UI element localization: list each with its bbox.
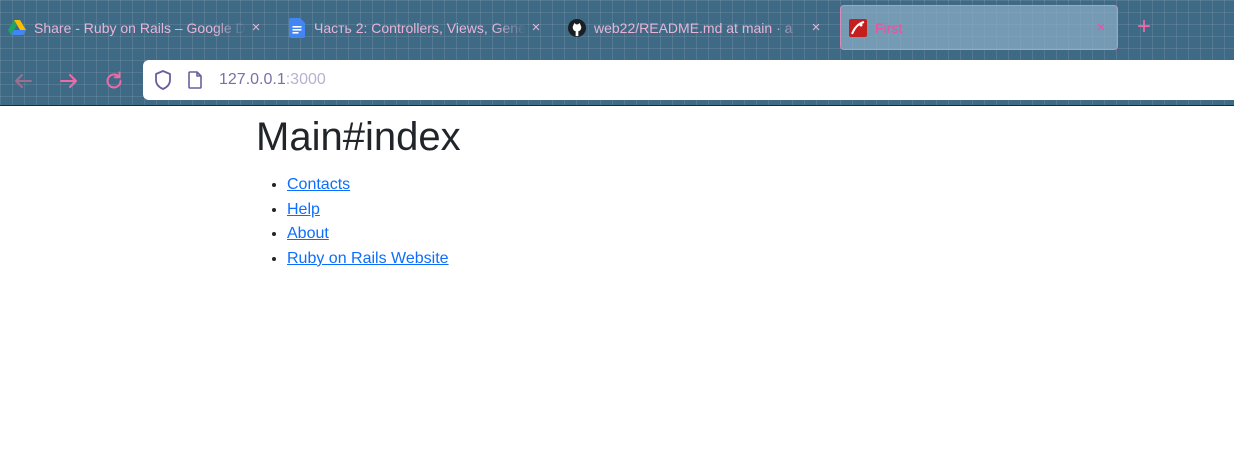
url-text: 127.0.0.1:3000	[219, 71, 326, 89]
link-list: Contacts Help About Ruby on Rails Websit…	[256, 173, 1156, 271]
reload-icon	[106, 71, 122, 89]
browser-chrome: Share - Ruby on Rails – Google Drive × Ч…	[0, 0, 1234, 106]
page-title: Main#index	[256, 115, 461, 159]
github-icon	[568, 18, 586, 37]
contacts-link[interactable]: Contacts	[287, 176, 350, 193]
about-link[interactable]: About	[287, 225, 329, 242]
list-item: About	[287, 222, 1156, 247]
close-icon[interactable]: ×	[806, 18, 826, 38]
tab-title: Share - Ruby on Rails – Google Drive	[34, 19, 246, 36]
page-content: Main#index Contacts Help About Ruby on R…	[256, 106, 1156, 271]
back-button[interactable]	[10, 68, 36, 94]
rails-icon	[849, 18, 867, 37]
close-icon[interactable]: ×	[526, 18, 546, 38]
shield-icon[interactable]	[152, 69, 174, 91]
list-item: Help	[287, 198, 1156, 223]
page-icon	[186, 69, 204, 91]
rails-website-link[interactable]: Ruby on Rails Website	[287, 250, 449, 267]
list-item: Contacts	[287, 173, 1156, 198]
arrow-left-icon	[15, 74, 32, 88]
address-bar[interactable]: 127.0.0.1:3000	[143, 60, 1234, 100]
arrow-right-icon	[60, 74, 77, 88]
help-link[interactable]: Help	[287, 201, 320, 218]
tab-title: Часть 2: Controllers, Views, Generators	[314, 19, 526, 36]
new-tab-button[interactable]: +	[1132, 15, 1156, 40]
list-item: Ruby on Rails Website	[287, 247, 1156, 272]
tab-google-docs[interactable]: Часть 2: Controllers, Views, Generators …	[280, 5, 552, 50]
tab-github[interactable]: web22/README.md at main · a ×	[560, 5, 832, 50]
url-host: 127.0.0.1	[219, 71, 286, 88]
close-icon[interactable]: ×	[1091, 18, 1111, 38]
reload-button[interactable]	[101, 68, 127, 94]
tab-title: First	[875, 19, 903, 36]
google-drive-icon	[8, 19, 26, 37]
forward-button[interactable]	[56, 68, 82, 94]
tab-rails-first[interactable]: First ×	[840, 5, 1118, 50]
close-icon[interactable]: ×	[246, 18, 266, 38]
tab-google-drive[interactable]: Share - Ruby on Rails – Google Drive ×	[0, 5, 272, 50]
google-docs-icon	[288, 17, 306, 38]
url-port: :3000	[285, 71, 326, 88]
tab-title: web22/README.md at main · a	[594, 19, 793, 36]
